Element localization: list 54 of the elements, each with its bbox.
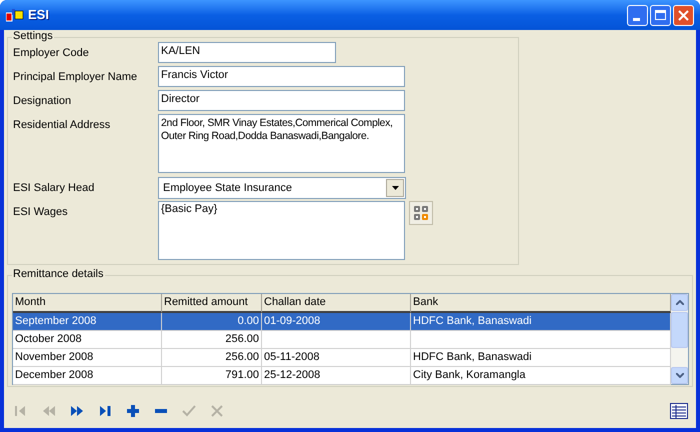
text-field[interactable]: KA/LEN [158,42,336,63]
table-cell: September 2008 [15,315,96,327]
rewind-icon [41,403,57,419]
column-header[interactable]: Remitted amount [162,294,262,313]
table-cell: HDFC Bank, Banaswadi [413,351,532,363]
field-label: ESI Salary Head [12,181,96,195]
close-icon [678,10,689,20]
field-label: Residential Address [12,118,112,132]
checkmark-icon [181,403,197,419]
address-field[interactable]: 2nd Floor, SMR Vinay Estates,Commerical Complex, Outer Ring Road,Dodda Banaswadi,Bangalore. [158,114,405,173]
table-cell: 256.00 [225,333,259,345]
table-cell: 256.00 [225,351,259,363]
wages-formula-field[interactable]: {Basic Pay} [158,201,405,260]
text-field[interactable]: Director [158,90,405,111]
scroll-up-icon [676,300,684,305]
window-title: ESI [28,6,49,24]
minimize-button[interactable] [627,4,648,26]
table-row[interactable]: September 2008 0.00 01-09-2008 HDFC Bank, Banaswadi [13,313,671,331]
table-cell: 01-09-2008 [264,315,320,327]
table-cell: November 2008 [15,351,94,363]
text-field[interactable]: Francis Victor [158,66,405,87]
table-row[interactable]: November 2008 256.00 05-11-2008 HDFC Bank, Banaswadi [13,349,671,367]
formula-button[interactable] [409,201,433,225]
maximize-button[interactable] [650,4,671,26]
scroll-down-icon [676,373,684,378]
column-header[interactable]: Month [13,294,162,313]
table-cell: October 2008 [15,333,82,345]
cross-icon [209,403,225,419]
field-label: Principal Employer Name [12,70,138,84]
column-header[interactable]: Bank [411,294,671,313]
salary-head-dropdown[interactable]: Employee State Insurance [158,177,406,199]
table-cell: 25-12-2008 [264,369,320,381]
table-cell: 05-11-2008 [264,351,320,363]
table-cell: 791.00 [225,369,259,381]
table-cell: HDFC Bank, Banaswadi [413,315,532,327]
skip-last-icon [97,403,113,419]
table-row[interactable]: December 2008 791.00 25-12-2008 City Bank, Koramangla [13,367,671,385]
scroll-bar[interactable] [671,294,688,384]
table-cell: December 2008 [15,369,94,381]
caret-icon [392,186,398,190]
table-cell: City Bank, Koramangla [413,369,526,381]
field-label: Employer Code [12,46,90,60]
grid-view-icon[interactable] [670,403,688,419]
grid-squares-icon [413,205,429,221]
field-label: ESI Wages [12,205,69,219]
field-label: Designation [12,94,72,108]
table-row[interactable]: October 2008 256.00 [13,331,671,349]
group-title: Settings [12,30,54,43]
close-button[interactable] [673,4,694,26]
table-cell: 0.00 [238,315,259,327]
plus-icon [125,403,141,419]
fast-forward-icon [69,403,85,419]
column-header[interactable]: Challan date [262,294,411,313]
app-icon [6,8,24,22]
